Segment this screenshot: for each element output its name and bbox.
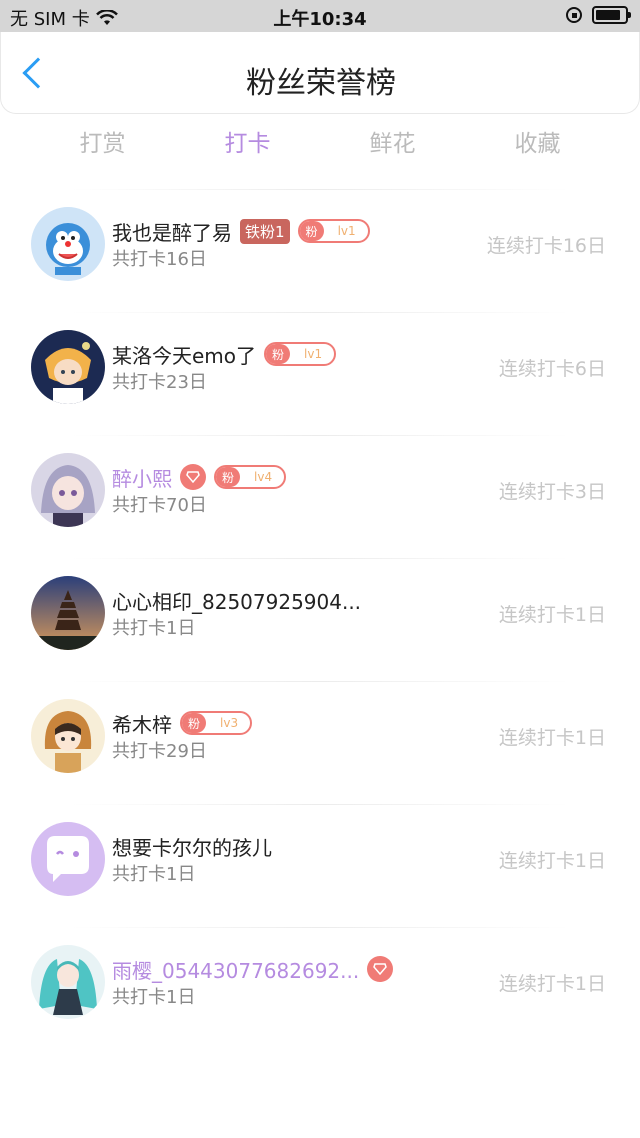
- fan-list: 我也是醉了易 铁粉1 粉 lv1 共打卡16日 连续打卡16日 某洛今天emo了: [0, 189, 640, 1050]
- list-item[interactable]: 醉小熙 粉 lv4 共打卡70日 连续打卡3日: [0, 435, 640, 558]
- avatar[interactable]: [31, 822, 105, 896]
- tab-flowers[interactable]: 鲜花: [320, 124, 465, 164]
- total-checkins: 共打卡1日: [112, 987, 196, 1008]
- name-line: 醉小熙 粉 lv4: [112, 463, 287, 491]
- fan-level-badge: 粉 lv4: [214, 465, 287, 489]
- name-line: 心心相印_82507925904...: [112, 586, 361, 614]
- divider: [70, 927, 570, 928]
- status-bar: 无 SIM 卡 上午10:34: [0, 0, 640, 32]
- avatar[interactable]: [31, 207, 105, 281]
- fan-level: lv3: [220, 716, 239, 730]
- page-title: 粉丝荣誉榜: [246, 66, 396, 101]
- fan-name: 我也是醉了易: [112, 220, 232, 245]
- orientation-lock-icon: [566, 7, 582, 23]
- list-item[interactable]: 我也是醉了易 铁粉1 粉 lv1 共打卡16日 连续打卡16日: [0, 189, 640, 312]
- status-time: 上午10:34: [273, 9, 367, 30]
- diamond-icon: [180, 464, 206, 490]
- divider: [70, 681, 570, 682]
- avatar[interactable]: [31, 945, 105, 1019]
- fan-level-badge: 粉 lv1: [297, 219, 370, 243]
- streak-days: 连续打卡1日: [498, 850, 606, 872]
- streak-days: 连续打卡6日: [498, 358, 606, 380]
- name-line: 我也是醉了易 铁粉1 粉 lv1: [112, 217, 370, 245]
- fan-level: lv1: [337, 224, 356, 238]
- fan-name: 雨樱_05443077682692...: [112, 958, 360, 983]
- fan-level: lv4: [254, 470, 273, 484]
- fan-name: 希木梓: [112, 712, 172, 737]
- tab-favorites[interactable]: 收藏: [465, 124, 610, 164]
- streak-days: 连续打卡1日: [498, 973, 606, 995]
- status-right: [566, 6, 631, 24]
- battery-icon: [592, 6, 631, 24]
- streak-days: 连续打卡1日: [498, 604, 606, 626]
- divider: [70, 435, 570, 436]
- avatar[interactable]: [31, 576, 105, 650]
- list-item[interactable]: 心心相印_82507925904... 共打卡1日 连续打卡1日: [0, 558, 640, 681]
- tie-fan-badge: 铁粉1: [240, 218, 290, 244]
- fan-level-badge: 粉 lv1: [264, 342, 337, 366]
- list-item[interactable]: 想要卡尔尔的孩儿 共打卡1日 连续打卡1日: [0, 804, 640, 927]
- list-item[interactable]: 某洛今天emo了 粉 lv1 共打卡23日 连续打卡6日: [0, 312, 640, 435]
- name-line: 希木梓 粉 lv3: [112, 709, 253, 737]
- fan-name: 想要卡尔尔的孩儿: [112, 835, 272, 860]
- fan-tag: 粉: [299, 221, 324, 241]
- total-checkins: 共打卡1日: [112, 618, 196, 639]
- divider: [70, 312, 570, 313]
- fan-tag: 粉: [182, 713, 207, 733]
- avatar[interactable]: [31, 699, 105, 773]
- tab-checkin[interactable]: 打卡: [175, 124, 320, 164]
- avatar[interactable]: [31, 330, 105, 404]
- fan-tag: 粉: [266, 344, 291, 364]
- tab-reward[interactable]: 打赏: [30, 124, 175, 164]
- fan-name: 心心相印_82507925904...: [112, 589, 362, 614]
- name-line: 雨樱_05443077682692...: [112, 955, 394, 983]
- streak-days: 连续打卡16日: [486, 235, 606, 257]
- fan-level: lv1: [304, 347, 323, 361]
- fan-name: 某洛今天emo了: [112, 343, 257, 368]
- list-item[interactable]: 希木梓 粉 lv3 共打卡29日 连续打卡1日: [0, 681, 640, 804]
- fan-name: 醉小熙: [112, 466, 172, 491]
- total-checkins: 共打卡29日: [112, 741, 207, 762]
- name-line: 某洛今天emo了 粉 lv1: [112, 340, 337, 368]
- fan-tag: 粉: [216, 467, 241, 487]
- avatar[interactable]: [31, 453, 105, 527]
- fan-level-badge: 粉 lv3: [180, 711, 253, 735]
- nav-bar: 粉丝荣誉榜: [0, 32, 640, 114]
- total-checkins: 共打卡70日: [112, 495, 207, 516]
- total-checkins: 共打卡23日: [112, 372, 207, 393]
- tab-bar: 打赏 打卡 鲜花 收藏: [30, 124, 610, 164]
- streak-days: 连续打卡3日: [498, 481, 606, 503]
- streak-days: 连续打卡1日: [498, 727, 606, 749]
- divider: [70, 804, 570, 805]
- total-checkins: 共打卡1日: [112, 864, 196, 885]
- name-line: 想要卡尔尔的孩儿: [112, 832, 272, 860]
- divider: [70, 558, 570, 559]
- battery-level: [596, 10, 620, 20]
- divider: [70, 189, 570, 190]
- diamond-icon: [367, 956, 394, 982]
- total-checkins: 共打卡16日: [112, 249, 207, 270]
- list-item[interactable]: 雨樱_05443077682692... 共打卡1日 连续打卡1日: [0, 927, 640, 1050]
